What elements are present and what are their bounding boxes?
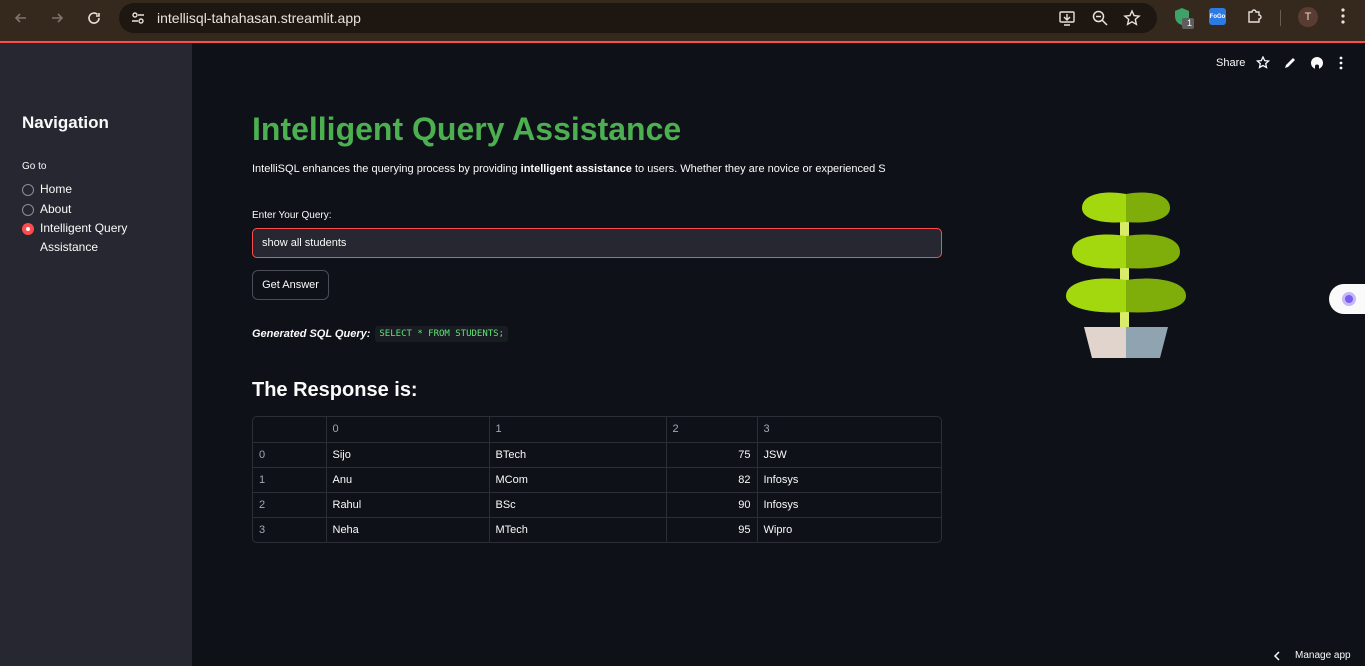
- get-answer-button[interactable]: Get Answer: [252, 270, 329, 300]
- github-icon[interactable]: [1310, 56, 1324, 73]
- assistant-launcher-icon[interactable]: [1329, 284, 1365, 314]
- chevron-left-icon: [1273, 650, 1280, 661]
- radio-button-selected[interactable]: [22, 223, 34, 235]
- extensions-puzzle-icon[interactable]: [1245, 6, 1265, 31]
- table-cell[interactable]: Rahul: [326, 492, 490, 518]
- table-cell[interactable]: Infosys: [757, 467, 941, 493]
- app-menu-icon[interactable]: [1338, 56, 1344, 73]
- site-settings-icon[interactable]: [129, 9, 147, 32]
- row-index: 0: [253, 442, 327, 468]
- reload-icon[interactable]: [82, 6, 106, 30]
- response-title: The Response is:: [252, 379, 418, 401]
- intro-prefix: IntelliSQL enhances the querying process…: [252, 163, 521, 175]
- table-cell[interactable]: 75: [666, 442, 758, 468]
- column-header[interactable]: 1: [489, 417, 667, 443]
- extension-badge: 1: [1187, 18, 1193, 28]
- shield-extension-icon[interactable]: 1: [1172, 6, 1196, 35]
- table-cell[interactable]: Infosys: [757, 492, 941, 518]
- response-dataframe[interactable]: 0 1 2 3 0 Sijo BTech 75 JSW 1 Anu MCom 8…: [252, 416, 942, 543]
- toolbar-divider: [1280, 10, 1281, 26]
- row-index: 3: [253, 517, 327, 542]
- row-index: 1: [253, 467, 327, 493]
- table-cell[interactable]: MCom: [489, 467, 667, 493]
- table-cell[interactable]: Anu: [326, 467, 490, 493]
- edit-icon[interactable]: [1283, 56, 1297, 73]
- browser-toolbar: intellisql-tahahasan.streamlit.app 1 FoG…: [0, 0, 1365, 42]
- main-content: Share Intelligent Query Assistance Intel…: [192, 43, 1365, 666]
- intro-text: IntelliSQL enhances the querying process…: [252, 163, 886, 175]
- column-header[interactable]: 3: [757, 417, 941, 443]
- sidebar-item-label: About: [40, 202, 72, 216]
- table-cell[interactable]: BTech: [489, 442, 667, 468]
- table-row: 2 Rahul BSc 90 Infosys: [253, 492, 941, 518]
- sidebar: Navigation Go to Home About Intelligent …: [0, 43, 192, 666]
- zoom-icon[interactable]: [1091, 9, 1109, 32]
- intro-suffix: to users. Whether they are novice or exp…: [631, 163, 886, 175]
- sidebar-item-label: Home: [40, 182, 73, 196]
- row-index: 2: [253, 492, 327, 518]
- bookmark-star-icon[interactable]: [1123, 9, 1141, 32]
- table-cell[interactable]: JSW: [757, 442, 941, 468]
- forward-icon[interactable]: [45, 6, 69, 30]
- table-cell[interactable]: 82: [666, 467, 758, 493]
- sidebar-item-label: Intelligent Query Assistance: [40, 221, 128, 254]
- install-app-icon[interactable]: [1058, 9, 1076, 32]
- fogo-extension-icon[interactable]: FoGo: [1209, 8, 1226, 25]
- table-header-row: 0 1 2 3: [253, 417, 941, 443]
- plant-illustration: [1064, 190, 1188, 363]
- intro-bold: intelligent assistance: [520, 163, 632, 175]
- radio-button[interactable]: [22, 184, 34, 196]
- column-header[interactable]: 0: [326, 417, 490, 443]
- browser-menu-icon[interactable]: [1334, 6, 1352, 31]
- url-text: intellisql-tahahasan.streamlit.app: [157, 10, 361, 26]
- table-cell[interactable]: Sijo: [326, 442, 490, 468]
- column-header: [253, 417, 327, 443]
- sidebar-title: Navigation: [22, 113, 109, 132]
- sidebar-item-intelligent-query[interactable]: Intelligent Query Assistance: [22, 221, 150, 257]
- generated-sql: Generated SQL Query: SELECT * FROM STUDE…: [252, 326, 509, 342]
- table-cell[interactable]: 90: [666, 492, 758, 518]
- back-icon[interactable]: [9, 6, 33, 30]
- address-bar[interactable]: intellisql-tahahasan.streamlit.app: [119, 3, 1157, 33]
- share-button[interactable]: Share: [1216, 57, 1245, 69]
- profile-avatar[interactable]: T: [1298, 7, 1318, 27]
- table-row: 3 Neha MTech 95 Wipro: [253, 517, 941, 542]
- table-row: 0 Sijo BTech 75 JSW: [253, 442, 941, 468]
- sidebar-item-about[interactable]: About: [22, 202, 150, 219]
- manage-app-button[interactable]: Manage app: [1272, 650, 1351, 661]
- radio-button[interactable]: [22, 204, 34, 216]
- sidebar-item-home[interactable]: Home: [22, 182, 150, 199]
- table-cell[interactable]: BSc: [489, 492, 667, 518]
- sql-code: SELECT * FROM STUDENTS;: [375, 326, 509, 342]
- column-header[interactable]: 2: [666, 417, 758, 443]
- goto-label: Go to: [22, 161, 47, 172]
- sql-label: Generated SQL Query:: [252, 328, 371, 340]
- table-cell[interactable]: MTech: [489, 517, 667, 542]
- query-input[interactable]: show all students: [252, 228, 942, 258]
- table-cell[interactable]: 95: [666, 517, 758, 542]
- query-label: Enter Your Query:: [252, 210, 332, 221]
- star-icon[interactable]: [1255, 55, 1271, 73]
- table-cell[interactable]: Wipro: [757, 517, 941, 542]
- table-row: 1 Anu MCom 82 Infosys: [253, 467, 941, 493]
- page-title: Intelligent Query Assistance: [252, 111, 682, 147]
- manage-app-label: Manage app: [1295, 650, 1351, 661]
- table-cell[interactable]: Neha: [326, 517, 490, 542]
